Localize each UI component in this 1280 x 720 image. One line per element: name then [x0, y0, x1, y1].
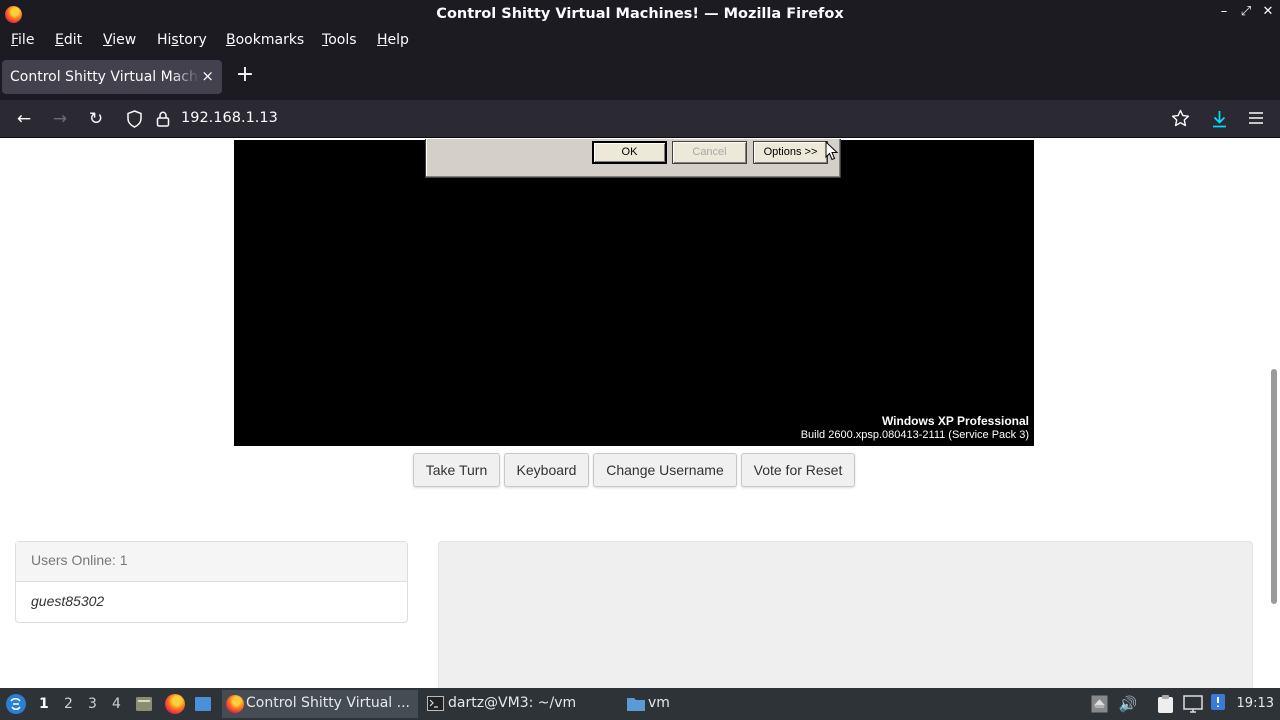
- xp-ok-button[interactable]: OK: [592, 141, 667, 164]
- page-scrollbar[interactable]: [1269, 139, 1279, 688]
- update-notification-icon[interactable]: [1210, 693, 1226, 711]
- minimize-button[interactable]: –: [1215, 4, 1233, 19]
- menu-view[interactable]: View: [103, 32, 136, 48]
- xp-options-button[interactable]: Options >>: [753, 141, 828, 164]
- url-field[interactable]: 192.168.1.13: [181, 110, 278, 126]
- tab-bar: Control Shitty Virtual Machines! × +: [0, 54, 1280, 100]
- web-page: OK Cancel Options >> Windows XP Professi…: [0, 139, 1280, 688]
- xp-os-name: Windows XP Professional: [881, 414, 1029, 428]
- task-label: vm: [648, 695, 670, 711]
- keyboard-button[interactable]: Keyboard: [504, 453, 589, 487]
- start-menu-icon[interactable]: [5, 693, 27, 715]
- scrollbar-thumb[interactable]: [1271, 369, 1277, 604]
- chat-panel: [438, 541, 1253, 688]
- window-title: Control Shitty Virtual Machines! — Mozil…: [436, 6, 844, 22]
- tab-active[interactable]: Control Shitty Virtual Machines! ×: [2, 60, 222, 94]
- task-folder[interactable]: vm: [624, 690, 744, 718]
- menu-edit[interactable]: Edit: [55, 32, 82, 48]
- tracking-protection-shield-icon[interactable]: [126, 110, 143, 128]
- mouse-cursor-icon: [825, 141, 839, 161]
- hamburger-menu-icon[interactable]: [1248, 111, 1264, 125]
- vote-for-reset-button[interactable]: Vote for Reset: [741, 453, 855, 487]
- tray-eject-icon[interactable]: [1091, 695, 1108, 713]
- desktop-launcher-icon[interactable]: [193, 694, 213, 714]
- tab-close-icon[interactable]: ×: [201, 67, 214, 85]
- users-online-panel: Users Online: 1 guest85302: [15, 541, 408, 623]
- menu-bar: File Edit View History Bookmarks Tools H…: [0, 29, 1280, 54]
- user-list-item[interactable]: guest85302: [16, 582, 407, 620]
- volume-icon[interactable]: 🔊: [1118, 694, 1138, 714]
- maximize-button[interactable]: ⤢: [1237, 4, 1255, 19]
- menu-help[interactable]: Help: [377, 32, 409, 48]
- vm-display[interactable]: OK Cancel Options >> Windows XP Professi…: [234, 139, 1034, 446]
- change-username-button[interactable]: Change Username: [593, 453, 737, 487]
- workspace-2[interactable]: 2: [64, 696, 73, 712]
- folder-icon: [627, 698, 645, 711]
- clipboard-icon[interactable]: [1156, 694, 1175, 714]
- workspace-4[interactable]: 4: [112, 696, 121, 712]
- downloads-icon[interactable]: [1210, 109, 1229, 129]
- take-turn-button[interactable]: Take Turn: [413, 453, 500, 487]
- file-manager-launcher-icon[interactable]: [134, 694, 154, 714]
- menu-tools[interactable]: Tools: [322, 32, 357, 48]
- task-label: dartz@VM3: ~/vm: [448, 695, 577, 711]
- workspace-3[interactable]: 3: [88, 696, 97, 712]
- close-window-button[interactable]: ✕: [1259, 4, 1277, 19]
- firefox-launcher-icon[interactable]: [165, 694, 185, 714]
- lock-icon[interactable]: [156, 111, 170, 127]
- reload-button[interactable]: ↻: [85, 108, 107, 130]
- firefox-icon: [226, 695, 244, 713]
- navigation-toolbar: ← → ↻ 192.168.1.13: [0, 100, 1280, 138]
- clock: 19:13: [1236, 696, 1274, 711]
- menu-file[interactable]: File: [11, 32, 34, 48]
- terminal-icon: [427, 696, 444, 711]
- task-terminal[interactable]: dartz@VM3: ~/vm: [424, 690, 620, 718]
- network-icon[interactable]: [1183, 695, 1203, 713]
- users-online-header: Users Online: 1: [16, 542, 407, 582]
- desktop-taskbar: 1 2 3 4 Control Shitty Virtual ... dartz…: [0, 688, 1280, 720]
- window-titlebar: Control Shitty Virtual Machines! — Mozil…: [0, 0, 1280, 29]
- new-tab-button[interactable]: +: [234, 64, 256, 86]
- task-firefox[interactable]: Control Shitty Virtual ...: [222, 690, 418, 718]
- workspace-1[interactable]: 1: [39, 696, 49, 712]
- xp-branding: Windows XP Professional Build 2600.xpsp.…: [801, 414, 1029, 441]
- task-label: Control Shitty Virtual ...: [246, 695, 410, 711]
- tab-title: Control Shitty Virtual Machines!: [10, 69, 200, 85]
- xp-dialog: OK Cancel Options >>: [425, 139, 841, 178]
- back-button[interactable]: ←: [13, 108, 35, 130]
- forward-button[interactable]: →: [49, 108, 71, 130]
- menu-bookmarks[interactable]: Bookmarks: [226, 32, 304, 48]
- xp-os-build: Build 2600.xpsp.080413-2111 (Service Pac…: [800, 429, 1029, 441]
- menu-history[interactable]: History: [157, 32, 207, 48]
- bookmark-star-icon[interactable]: [1171, 109, 1190, 128]
- xp-cancel-button[interactable]: Cancel: [672, 141, 747, 164]
